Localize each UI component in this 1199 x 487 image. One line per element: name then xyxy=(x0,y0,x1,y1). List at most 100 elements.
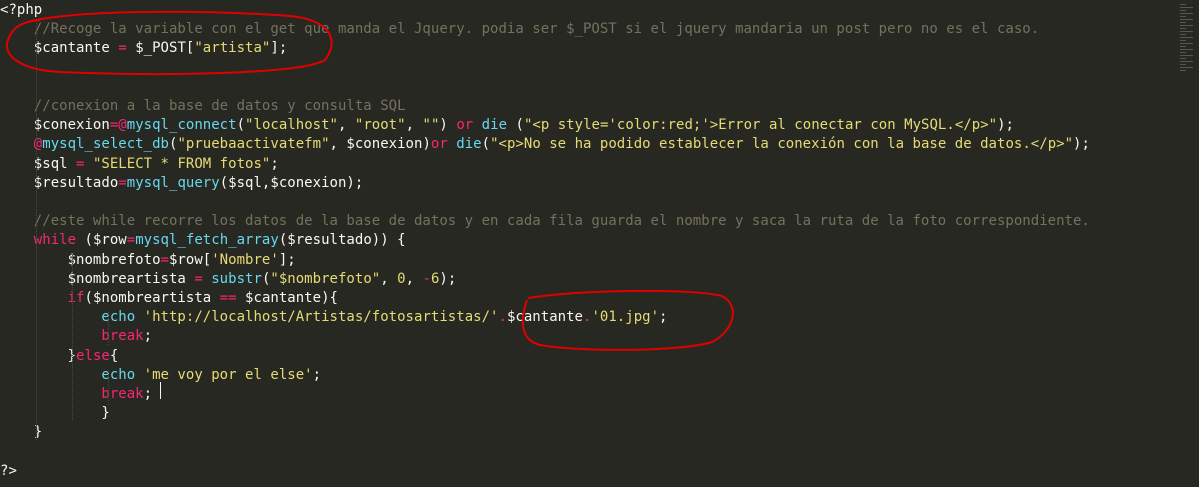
code-token: ($nombreartista xyxy=(84,290,220,306)
minimap-line xyxy=(1180,43,1193,44)
code-token: - xyxy=(422,270,431,287)
code-line[interactable]: } xyxy=(0,404,110,423)
code-token: mysql_select_db xyxy=(42,136,169,153)
code-token: mysql_fetch_array xyxy=(135,232,279,249)
code-token: ($resultado)) { xyxy=(278,232,406,249)
code-line[interactable]: @mysql_select_db("pruebaactivatefm", $co… xyxy=(0,135,1090,154)
code-token: $row[ xyxy=(168,251,212,268)
minimap-line xyxy=(1180,34,1186,35)
code-token: $_POST[ xyxy=(126,40,195,57)
code-token: ; xyxy=(143,386,153,402)
code-line[interactable]: break; xyxy=(0,327,152,346)
code-token: $conexion xyxy=(0,117,110,134)
code-token: 'http://localhost/Artistas/fotosartistas… xyxy=(143,309,499,326)
code-line[interactable]: while ($row=mysql_fetch_array($resultado… xyxy=(0,231,406,250)
code-token: 'me voy por el else' xyxy=(143,366,313,383)
minimap-line xyxy=(1180,25,1193,26)
code-line[interactable]: //este while recorre los datos de la bas… xyxy=(0,212,1090,231)
code-token: substr xyxy=(211,270,262,287)
code-token: = xyxy=(118,40,127,57)
code-token: $resultado xyxy=(0,174,119,191)
code-token: //conexion a la base de datos y consulta… xyxy=(0,98,406,114)
code-token: $nombrefoto xyxy=(0,251,161,268)
minimap-line xyxy=(1180,31,1193,32)
code-token: ]; xyxy=(278,251,296,268)
code-token: $sql xyxy=(0,155,77,172)
code-token: ( xyxy=(236,117,246,134)
code-line[interactable]: $resultado=mysql_query($sql,$conexion); xyxy=(0,174,364,193)
code-token: while xyxy=(0,232,77,249)
code-token: echo xyxy=(0,366,136,383)
code-token: ]; xyxy=(270,40,288,57)
minimap-line xyxy=(1180,67,1193,68)
code-token: = xyxy=(160,251,169,268)
code-token: mysql_connect xyxy=(126,117,237,134)
code-editor[interactable]: <?php //Recoge la variable con el get qu… xyxy=(0,0,1199,487)
code-token: ); xyxy=(439,270,457,287)
code-token: { xyxy=(109,347,119,364)
code-token: "" xyxy=(422,117,440,134)
code-token: $cantante){ xyxy=(236,290,338,306)
code-token: == xyxy=(219,290,237,306)
code-line[interactable]: echo 'http://localhost/Artistas/fotosart… xyxy=(0,308,668,327)
code-token: ); xyxy=(997,117,1014,134)
minimap-line xyxy=(1180,70,1186,71)
code-line[interactable]: break; xyxy=(0,385,152,404)
code-token: "localhost" xyxy=(245,117,338,134)
code-token: else xyxy=(76,347,110,364)
code-token: ); xyxy=(1073,136,1090,153)
code-token: } xyxy=(0,347,77,364)
code-token: //este while recorre los datos de la bas… xyxy=(0,213,1090,230)
indent-guide xyxy=(36,20,37,440)
minimap-line xyxy=(1180,16,1186,17)
code-token: "artista" xyxy=(194,40,271,57)
minimap-line xyxy=(1180,22,1186,23)
code-token: "SELECT * FROM fotos" xyxy=(92,155,271,172)
code-token: = xyxy=(76,155,85,172)
code-line[interactable]: $nombreartista = substr("$nombrefoto", 0… xyxy=(0,270,457,289)
code-token: , xyxy=(405,270,423,287)
code-token: '01.jpg' xyxy=(591,309,660,326)
minimap-line xyxy=(1180,58,1186,59)
code-token: ?> xyxy=(0,462,17,479)
code-token: //Recoge la variable con el get que mand… xyxy=(0,21,1040,38)
code-line[interactable]: //Recoge la variable con el get que mand… xyxy=(0,20,1039,39)
code-line[interactable]: ?> xyxy=(0,462,17,481)
code-token: die xyxy=(456,136,482,153)
code-line[interactable]: }else{ xyxy=(0,347,119,366)
code-token: ( xyxy=(481,136,491,153)
code-token: mysql_query xyxy=(126,174,220,191)
code-token: $cantante xyxy=(0,40,119,57)
code-token: = xyxy=(194,270,203,287)
minimap-line xyxy=(1180,49,1193,50)
code-line[interactable]: <?php xyxy=(0,1,42,20)
code-line[interactable]: $conexion=@mysql_connect("localhost", "r… xyxy=(0,116,1014,135)
code-token: ; xyxy=(270,155,279,172)
code-line[interactable]: $sql = "SELECT * FROM fotos"; xyxy=(0,155,279,174)
minimap[interactable] xyxy=(1178,0,1199,487)
indent-guide xyxy=(108,370,109,405)
minimap-line xyxy=(1180,46,1186,47)
code-token: or xyxy=(430,136,448,153)
code-line[interactable]: if($nombreartista == $cantante){ xyxy=(0,289,338,308)
minimap-line xyxy=(1180,55,1193,56)
code-line[interactable]: //conexion a la base de datos y consulta… xyxy=(0,97,406,116)
code-token: = xyxy=(118,174,127,191)
code-token: "root" xyxy=(354,117,406,134)
code-token: , $conexion) xyxy=(329,136,431,153)
minimap-line xyxy=(1180,4,1186,5)
code-token: ; xyxy=(659,309,668,326)
code-token: } xyxy=(0,405,110,422)
code-token: =@ xyxy=(109,117,127,134)
code-token: . xyxy=(498,309,507,326)
minimap-line xyxy=(1180,10,1186,11)
code-token: $nombreartista xyxy=(0,270,195,287)
minimap-line xyxy=(1180,7,1193,8)
code-line[interactable]: $cantante = $_POST["artista"]; xyxy=(0,39,287,58)
code-line[interactable]: $nombrefoto=$row['Nombre']; xyxy=(0,251,296,270)
